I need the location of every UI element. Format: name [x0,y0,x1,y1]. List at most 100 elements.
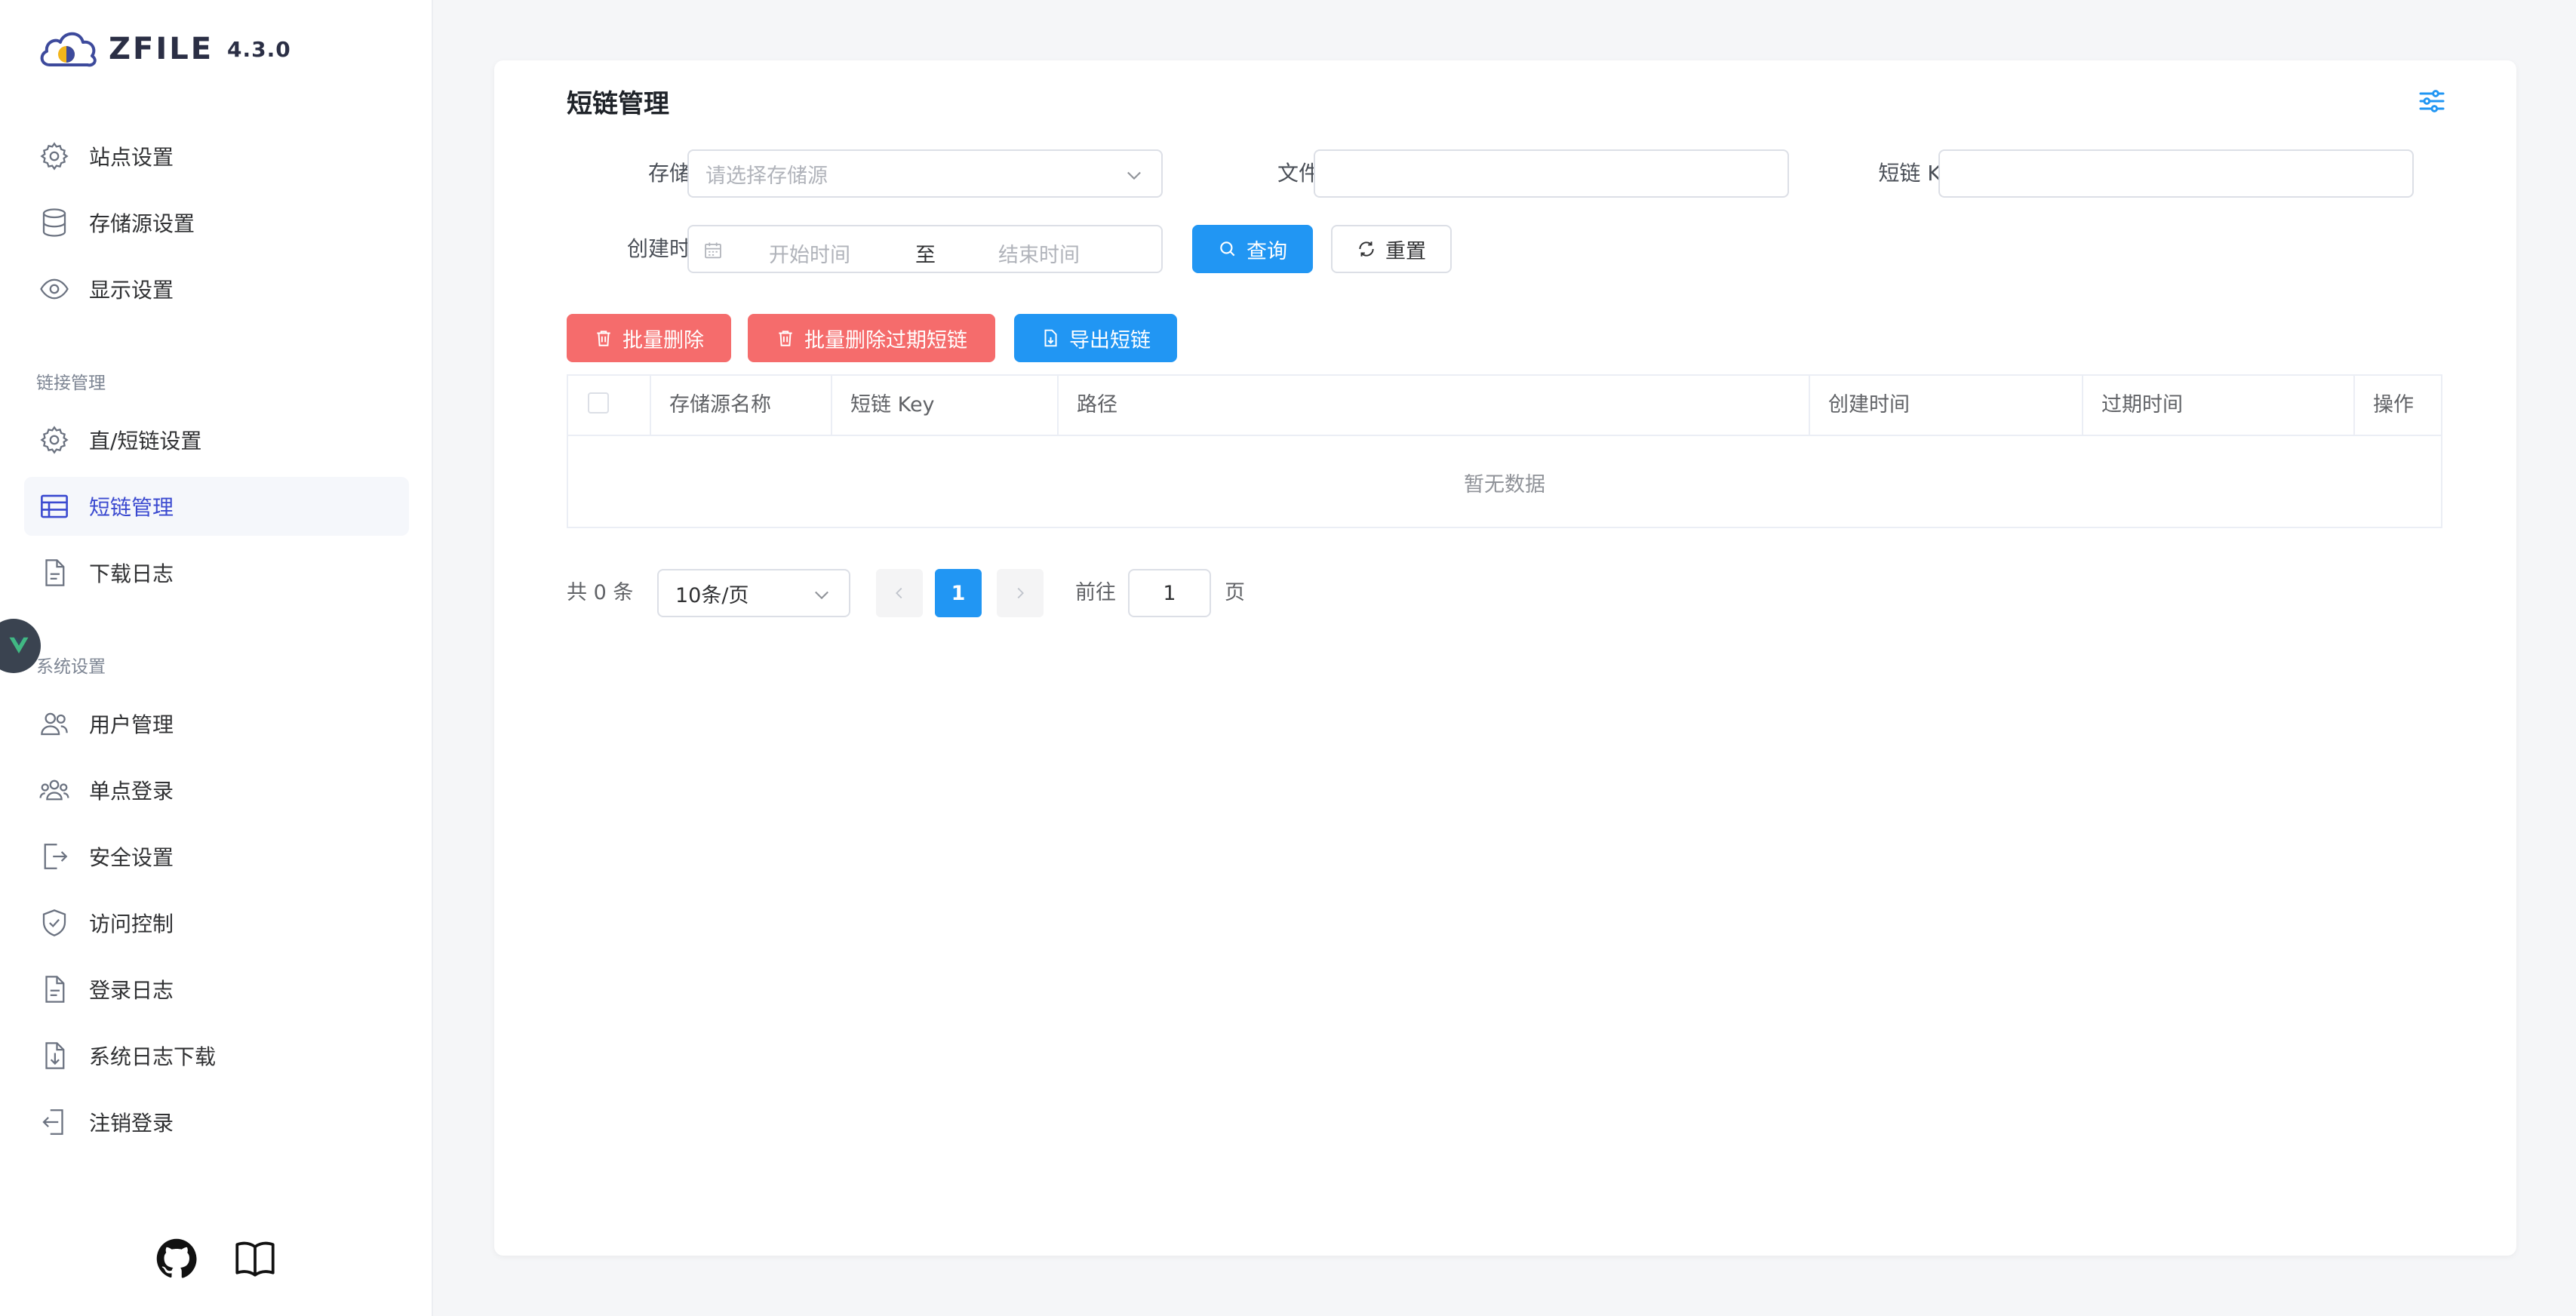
brand-name: ZFILE [109,32,214,66]
download-doc-icon [24,1026,85,1085]
sidebar-item-short-link-management[interactable]: 短链管理 [24,477,409,536]
short-key-input[interactable] [1938,149,2414,198]
sidebar-item-label: 短链管理 [89,495,174,520]
sidebar-footer [154,1236,278,1284]
export-button-label: 导出短链 [1069,328,1151,352]
sidebar-item-user-management[interactable]: 用户管理 [24,694,409,753]
sidebar-item-label: 存储源设置 [89,211,195,236]
sidebar-item-label: 安全设置 [89,845,174,870]
logout-icon [24,1093,85,1152]
document-icon [24,543,85,602]
goto-label: 前往 [1075,581,1116,604]
column-settings-icon[interactable] [2417,86,2447,116]
pagination-total: 共 0 条 [567,581,634,604]
cloud-logo-icon [40,32,97,67]
column-header-actions: 操作 [2373,393,2414,417]
trash-icon [597,331,610,346]
next-page-button[interactable] [997,569,1044,617]
sidebar-item-storage-settings[interactable]: 存储源设置 [24,193,409,252]
reset-button[interactable]: 重置 [1331,225,1452,273]
sidebar-item-label: 显示设置 [89,278,174,303]
sidebar-item-site-settings[interactable]: 站点设置 [24,127,409,186]
sidebar-item-label: 登录日志 [89,978,174,1003]
shield-icon [24,893,85,952]
end-time-placeholder[interactable]: 结束时间 [998,238,1080,268]
github-icon[interactable] [154,1236,199,1284]
sidebar-item-access-control[interactable]: 访问控制 [24,893,409,952]
database-icon [24,193,85,252]
page-suffix: 页 [1225,581,1245,604]
vue-devtools-badge[interactable] [0,619,41,673]
group-title-link: 链接管理 [36,374,106,393]
group-icon [24,761,85,819]
sidebar: ZFILE 4.3.0 站点设置 存储源设置 显示设置 链接管理 直/短链设置 … [0,0,433,1316]
select-all-cell [568,376,651,435]
sidebar-item-label: 注销登录 [89,1111,174,1136]
sidebar-item-label: 站点设置 [89,145,174,170]
sidebar-item-system-log-download[interactable]: 系统日志下载 [24,1026,409,1085]
sidebar-item-label: 直/短链设置 [89,429,202,454]
sidebar-item-sso[interactable]: 单点登录 [24,761,409,819]
storage-placeholder: 请选择存储源 [705,164,828,188]
storage-select[interactable]: 请选择存储源 [687,149,1163,198]
prev-page-button[interactable] [876,569,923,617]
column-header-short-key[interactable]: 短链 Key [832,376,1059,435]
column-header-path[interactable]: 路径 [1059,376,1810,435]
sidebar-item-display-settings[interactable]: 显示设置 [24,260,409,318]
sidebar-item-label: 访问控制 [89,912,174,936]
vue-icon [9,637,29,653]
sidebar-item-logout[interactable]: 注销登录 [24,1093,409,1152]
select-all-checkbox[interactable] [588,392,609,414]
batch-delete-expired-button[interactable]: 批量删除过期短链 [748,314,995,362]
gear-icon [24,127,85,186]
page-number-current[interactable]: 1 [935,569,982,617]
query-button[interactable]: 查询 [1192,225,1313,273]
chevron-down-icon [815,591,828,600]
column-header-expire-time[interactable]: 过期时间 [2083,376,2355,435]
export-button[interactable]: 导出短链 [1014,314,1177,362]
filename-input[interactable] [1314,149,1789,198]
book-icon[interactable] [232,1236,278,1284]
sidebar-item-download-log[interactable]: 下载日志 [24,543,409,602]
column-header-storage-name[interactable]: 存储源名称 [651,376,832,435]
main-card: 短链管理 存储源 请选择存储源 文件名 短链 Key 创建时间 开始时间 至 结… [494,60,2516,1256]
page-size-value: 10条/页 [675,583,749,607]
reset-button-label: 重置 [1385,239,1426,263]
batch-delete-button[interactable]: 批量删除 [567,314,731,362]
sidebar-item-login-log[interactable]: 登录日志 [24,960,409,1019]
batch-delete-expired-label: 批量删除过期短链 [804,328,967,352]
goto-page-input[interactable]: 1 [1128,569,1211,617]
app-version: 4.3.0 [227,36,291,62]
date-range-picker[interactable]: 开始时间 至 结束时间 [687,225,1163,273]
batch-delete-label: 批量删除 [622,328,704,352]
page-title: 短链管理 [567,89,669,119]
trash-icon [779,331,792,346]
users-icon [24,694,85,753]
page-size-select[interactable]: 10条/页 [657,569,850,617]
chevron-down-icon [1127,171,1141,180]
gear-icon [24,410,85,469]
sidebar-item-label: 系统日志下载 [89,1044,217,1069]
table-icon [24,477,85,536]
chevron-left-icon [896,587,902,599]
sidebar-item-link-settings[interactable]: 直/短链设置 [24,410,409,469]
logo[interactable]: ZFILE 4.3.0 [36,23,291,75]
short-link-table: 存储源名称 短链 Key 路径 创建时间 过期时间 操作 暂无数据 [567,374,2442,528]
eye-icon [24,260,85,318]
sidebar-item-label: 下载日志 [89,561,174,586]
table-header: 存储源名称 短链 Key 路径 创建时间 过期时间 操作 [568,376,2441,436]
chevron-right-icon [1017,587,1024,599]
calendar-icon [705,242,721,259]
query-button-label: 查询 [1247,239,1287,263]
export-doc-icon [1044,329,1057,347]
start-time-placeholder[interactable]: 开始时间 [769,238,850,268]
refresh-icon [1359,241,1374,257]
range-separator: 至 [915,244,936,267]
sidebar-item-security-settings[interactable]: 安全设置 [24,827,409,886]
group-title-system: 系统设置 [36,657,106,677]
column-header-created-time[interactable]: 创建时间 [1810,376,2083,435]
goto-page-value: 1 [1163,581,1176,605]
exit-icon [24,827,85,886]
sidebar-item-label: 用户管理 [89,712,174,737]
sidebar-item-label: 单点登录 [89,779,174,804]
